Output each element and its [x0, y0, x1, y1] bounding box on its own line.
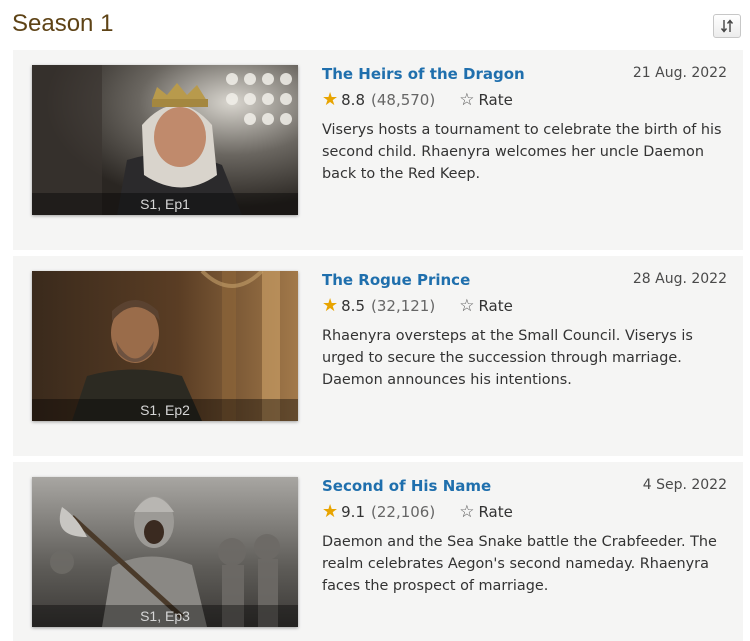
rate-label: Rate: [478, 503, 513, 521]
sort-button[interactable]: [713, 14, 741, 38]
episode-description: Daemon and the Sea Snake battle the Crab…: [322, 534, 717, 594]
episode-air-date: 4 Sep. 2022: [642, 477, 727, 493]
sort-arrows-icon: [720, 19, 734, 33]
episode-card: S1, Ep2 The Rogue Prince 28 Aug. 2022 ★ …: [13, 256, 743, 456]
vote-count: (22,106): [371, 503, 436, 521]
season-title: Season 1: [12, 10, 114, 37]
star-icon: ★: [322, 89, 339, 110]
episode-card: S1, Ep3 Second of His Name 4 Sep. 2022 ★…: [13, 462, 743, 641]
episode-thumbnail[interactable]: S1, Ep2: [32, 271, 298, 421]
vote-count: (32,121): [371, 297, 436, 315]
episode-air-date: 21 Aug. 2022: [632, 65, 727, 81]
episode-card: S1, Ep1 The Heirs of the Dragon 21 Aug. …: [13, 50, 743, 250]
rating-value: 8.5: [341, 297, 365, 315]
episode-thumbnail[interactable]: S1, Ep1: [32, 65, 298, 215]
rating-row: ★ 8.8 (48,570) ☆ Rate: [322, 89, 513, 110]
episode-number-label: S1, Ep2: [32, 399, 298, 421]
episode-number-label: S1, Ep1: [32, 193, 298, 215]
rating-value: 9.1: [341, 503, 365, 521]
episode-number-label: S1, Ep3: [32, 605, 298, 627]
vote-count: (48,570): [371, 91, 436, 109]
episode-description: Rhaenyra oversteps at the Small Council.…: [322, 328, 693, 388]
outline-star-icon: ☆: [459, 295, 475, 316]
rating-row: ★ 8.5 (32,121) ☆ Rate: [322, 295, 513, 316]
rate-label: Rate: [478, 91, 513, 109]
episode-title-link[interactable]: Second of His Name: [322, 477, 491, 495]
rate-button[interactable]: ☆ Rate: [459, 503, 513, 521]
episode-title-link[interactable]: The Rogue Prince: [322, 271, 470, 289]
episode-title-link[interactable]: The Heirs of the Dragon: [322, 65, 525, 83]
outline-star-icon: ☆: [459, 89, 475, 110]
episode-description: Viserys hosts a tournament to celebrate …: [322, 122, 722, 182]
star-icon: ★: [322, 501, 339, 522]
rate-button[interactable]: ☆ Rate: [459, 91, 513, 109]
episode-thumbnail[interactable]: S1, Ep3: [32, 477, 298, 627]
rate-button[interactable]: ☆ Rate: [459, 297, 513, 315]
rating-value: 8.8: [341, 91, 365, 109]
rate-label: Rate: [478, 297, 513, 315]
rating-row: ★ 9.1 (22,106) ☆ Rate: [322, 501, 513, 522]
star-icon: ★: [322, 295, 339, 316]
outline-star-icon: ☆: [459, 501, 475, 522]
episode-air-date: 28 Aug. 2022: [632, 271, 727, 287]
